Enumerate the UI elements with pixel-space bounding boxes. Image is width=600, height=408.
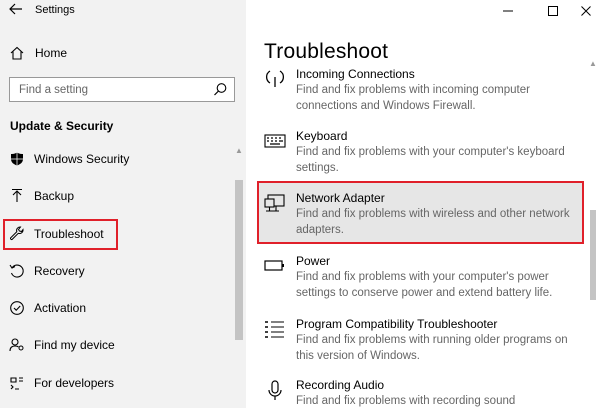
minimize-button[interactable] [492, 0, 522, 22]
sidebar: Settings Home Update & Security Wi [0, 0, 246, 408]
app-title: Settings [35, 4, 75, 16]
troubleshooter-description: Find and fix problems with recording sou… [296, 395, 516, 407]
back-button[interactable] [8, 2, 26, 18]
keyboard-icon [264, 131, 286, 153]
troubleshooter-keyboard[interactable]: Keyboard Find and fix problems with your… [254, 129, 584, 179]
troubleshooter-program-compatibility[interactable]: Program Compatibility Troubleshooter Fin… [254, 317, 584, 367]
section-title: Update & Security [10, 119, 114, 133]
sidebar-item-label: Backup [34, 189, 75, 203]
titlebar-left: Settings [0, 0, 246, 22]
sidebar-item-label: For developers [34, 376, 115, 390]
main-content: Troubleshoot Incoming Connections Find a… [246, 0, 600, 408]
battery-icon [264, 256, 286, 278]
list-icon [264, 319, 286, 341]
sidebar-item-windows-security[interactable]: Windows Security [0, 144, 230, 174]
minimize-icon [503, 10, 513, 12]
search-box[interactable] [9, 77, 235, 102]
sidebar-scrollbar-thumb[interactable] [235, 180, 243, 340]
troubleshooter-name: Program Compatibility Troubleshooter [296, 317, 498, 331]
maximize-icon [548, 6, 558, 16]
troubleshooter-name: Incoming Connections [296, 67, 415, 81]
shield-icon [9, 151, 25, 167]
troubleshooter-recording-audio[interactable]: Recording Audio Find and fix problems wi… [254, 378, 584, 408]
person-location-icon [9, 337, 25, 353]
backup-arrow-icon [9, 188, 25, 204]
sidebar-item-find-my-device[interactable]: Find my device [0, 330, 230, 360]
developer-tools-icon [9, 375, 25, 391]
troubleshooter-name: Recording Audio [296, 378, 385, 392]
home-label: Home [35, 46, 68, 60]
troubleshooter-name: Keyboard [296, 129, 348, 143]
troubleshooter-name: Network Adapter [296, 191, 385, 205]
home-icon [9, 45, 25, 61]
microphone-icon [264, 380, 286, 402]
back-arrow-icon [9, 3, 22, 15]
page-title: Troubleshoot [264, 40, 389, 63]
wifi-signal-icon [264, 67, 286, 89]
troubleshoot-highlight-box [3, 219, 118, 250]
search-icon[interactable] [213, 82, 228, 97]
troubleshooter-network-adapter[interactable]: Network Adapter Find and fix problems wi… [254, 191, 584, 241]
nav-home[interactable]: Home [0, 43, 246, 65]
troubleshooter-incoming-connections[interactable]: Incoming Connections Find and fix proble… [254, 67, 584, 117]
sidebar-item-label: Find my device [34, 338, 115, 352]
search-input[interactable] [10, 78, 206, 101]
troubleshooter-name: Power [296, 254, 331, 268]
close-button[interactable] [570, 0, 600, 22]
main-scroll-up-arrow[interactable]: ▲ [589, 59, 597, 68]
maximize-button[interactable] [537, 0, 567, 22]
troubleshooter-description: Find and fix problems with your computer… [296, 271, 553, 299]
activation-check-icon [9, 300, 25, 316]
sidebar-item-for-developers[interactable]: For developers [0, 368, 230, 398]
main-scrollbar-thumb[interactable] [590, 210, 596, 300]
sidebar-scroll-up-arrow[interactable]: ▲ [235, 146, 243, 155]
troubleshooter-description: Find and fix problems with your computer… [296, 146, 565, 174]
troubleshooter-power[interactable]: Power Find and fix problems with your co… [254, 254, 584, 304]
close-icon [581, 6, 591, 16]
recovery-icon [9, 263, 25, 279]
sidebar-item-backup[interactable]: Backup [0, 181, 230, 211]
sidebar-item-label: Recovery [34, 264, 85, 278]
sidebar-item-label: Windows Security [34, 152, 130, 166]
network-adapter-icon [264, 193, 286, 215]
troubleshooter-description: Find and fix problems with wireless and … [296, 208, 570, 236]
sidebar-item-label: Activation [34, 301, 87, 315]
troubleshooter-description: Find and fix problems with incoming comp… [296, 84, 530, 112]
sidebar-item-recovery[interactable]: Recovery [0, 256, 230, 286]
sidebar-item-activation[interactable]: Activation [0, 293, 230, 323]
troubleshooter-description: Find and fix problems with running older… [296, 334, 568, 362]
